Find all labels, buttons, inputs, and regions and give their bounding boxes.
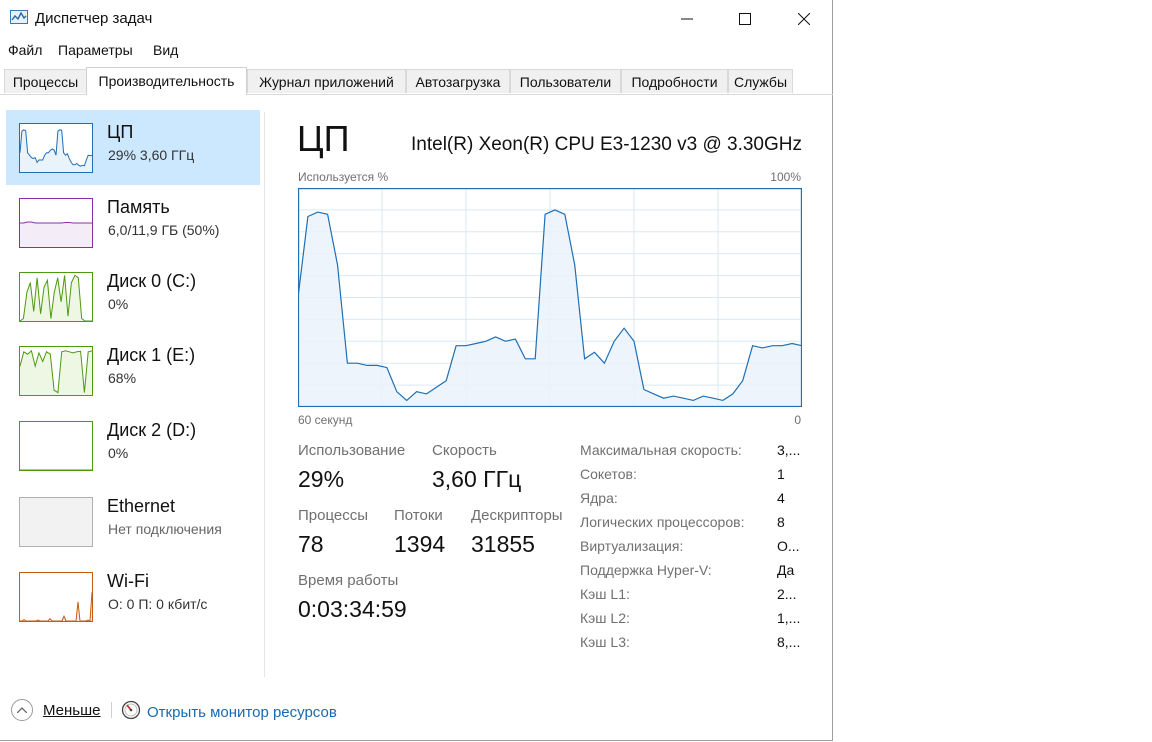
cpu-model: Intel(R) Xeon(R) CPU E3-1230 v3 @ 3.30GH… bbox=[411, 134, 802, 155]
tab-performance[interactable]: Производительность bbox=[86, 67, 247, 95]
menu-view[interactable]: Вид bbox=[153, 42, 178, 58]
spec-label: Виртуализация: bbox=[580, 538, 684, 554]
open-resource-monitor-link[interactable]: Открыть монитор ресурсов bbox=[121, 700, 337, 725]
tab-strip: Процессы Производительность Журнал прило… bbox=[0, 67, 833, 95]
spec-value: 2... bbox=[777, 586, 797, 602]
utilization-value: 29% bbox=[298, 466, 345, 492]
tab-startup[interactable]: Автозагрузка bbox=[406, 69, 510, 93]
sidebar-item-subtitle: Нет подключения bbox=[108, 521, 222, 537]
utilization-label: Использование bbox=[298, 442, 406, 459]
spec-value: 1 bbox=[777, 466, 785, 482]
menu-file[interactable]: Файл bbox=[8, 42, 42, 58]
panel-divider bbox=[264, 112, 265, 677]
graph-x-label: 60 секунд bbox=[298, 413, 353, 427]
sidebar-item-title: Диск 0 (C:) bbox=[107, 271, 197, 291]
spec-label: Кэш L3: bbox=[580, 634, 630, 650]
spec-value: 4 bbox=[777, 490, 785, 506]
sidebar-item-subtitle: 29% 3,60 ГГц bbox=[108, 147, 195, 163]
tab-services[interactable]: Службы bbox=[728, 69, 793, 93]
sidebar-item-disk0[interactable]: Диск 0 (C:) 0% bbox=[6, 259, 260, 334]
graph-y-label: Используется % bbox=[298, 170, 389, 184]
maximize-button[interactable] bbox=[716, 0, 774, 38]
spec-label: Сокетов: bbox=[580, 466, 637, 482]
spec-label: Кэш L2: bbox=[580, 610, 630, 626]
task-manager-window: Диспетчер задач Файл Параметры Вид Проце… bbox=[0, 0, 833, 741]
footer-divider bbox=[111, 702, 112, 718]
sidebar-item-ethernet[interactable]: Ethernet Нет подключения bbox=[6, 484, 260, 559]
spec-value: О... bbox=[777, 538, 800, 554]
sidebar-item-title: Память bbox=[107, 197, 170, 217]
graph-x-end: 0 bbox=[794, 413, 801, 427]
disk0-thumbnail bbox=[19, 272, 93, 322]
speed-value: 3,60 ГГц bbox=[432, 466, 522, 492]
wifi-thumbnail bbox=[19, 572, 93, 622]
fewer-details-label: Меньше bbox=[43, 701, 101, 719]
fewer-details-button[interactable]: Меньше bbox=[11, 699, 100, 721]
sidebar-item-title: Wi-Fi bbox=[107, 571, 149, 591]
chevron-up-icon bbox=[11, 699, 33, 721]
sidebar-item-title: Диск 1 (E:) bbox=[107, 345, 196, 365]
sidebar-item-title: ЦП bbox=[107, 122, 134, 142]
sidebar-item-cpu[interactable]: ЦП 29% 3,60 ГГц bbox=[6, 110, 260, 185]
sidebar-item-subtitle: О: 0 П: 0 кбит/с bbox=[108, 596, 208, 612]
thumbnail-area bbox=[20, 222, 92, 247]
sidebar-item-disk2[interactable]: Диск 2 (D:) 0% bbox=[6, 408, 260, 483]
page-title: ЦП bbox=[297, 118, 350, 159]
menu-options[interactable]: Параметры bbox=[58, 42, 133, 58]
uptime-value: 0:03:34:59 bbox=[298, 596, 407, 622]
thumbnail-line bbox=[20, 592, 93, 622]
tab-details[interactable]: Подробности bbox=[621, 69, 728, 93]
uptime-label: Время работы bbox=[298, 572, 399, 589]
spec-label: Максимальная скорость: bbox=[580, 442, 742, 458]
disk2-thumbnail bbox=[19, 421, 93, 471]
tab-users[interactable]: Пользователи bbox=[510, 69, 621, 93]
spec-value: 8,... bbox=[777, 634, 801, 650]
memory-thumbnail bbox=[19, 198, 93, 248]
threads-value: 1394 bbox=[394, 531, 446, 557]
resource-monitor-label: Открыть монитор ресурсов bbox=[147, 704, 337, 721]
sidebar-item-disk1[interactable]: Диск 1 (E:) 68% bbox=[6, 333, 260, 408]
ethernet-thumbnail bbox=[19, 497, 93, 547]
sidebar-item-title: Диск 2 (D:) bbox=[107, 420, 197, 440]
spec-value: 1,... bbox=[777, 610, 801, 626]
spec-label: Поддержка Hyper-V: bbox=[580, 562, 712, 578]
disk1-thumbnail bbox=[19, 346, 93, 396]
speed-label: Скорость bbox=[432, 442, 497, 459]
spec-value: 8 bbox=[777, 514, 785, 530]
processes-value: 78 bbox=[298, 531, 324, 557]
sidebar-item-subtitle: 0% bbox=[108, 445, 129, 461]
minimize-button[interactable] bbox=[658, 0, 716, 38]
cpu-thumbnail bbox=[19, 123, 93, 173]
tab-app-history[interactable]: Журнал приложений bbox=[247, 69, 406, 93]
spec-label: Кэш L1: bbox=[580, 586, 630, 602]
cpu-usage-chart bbox=[298, 188, 802, 407]
sidebar-item-subtitle: 0% bbox=[108, 296, 129, 312]
spec-value: 3,... bbox=[777, 442, 801, 458]
title-bar: Диспетчер задач bbox=[0, 0, 833, 38]
close-button[interactable] bbox=[775, 0, 833, 38]
sidebar-item-title: Ethernet bbox=[107, 496, 176, 516]
spec-value: Да bbox=[777, 562, 795, 578]
window-title: Диспетчер задач bbox=[35, 10, 153, 27]
handles-label: Дескрипторы bbox=[471, 507, 563, 524]
resource-monitor-icon bbox=[121, 700, 141, 725]
graph-y-max: 100% bbox=[770, 170, 801, 184]
task-manager-icon bbox=[10, 10, 28, 24]
spec-label: Логических процессоров: bbox=[580, 514, 745, 530]
sidebar-item-subtitle: 6,0/11,9 ГБ (50%) bbox=[108, 222, 220, 238]
sidebar-item-subtitle: 68% bbox=[108, 370, 137, 386]
threads-label: Потоки bbox=[394, 507, 443, 524]
thumbnail-area bbox=[20, 592, 92, 621]
sidebar-item-wifi[interactable]: Wi-Fi О: 0 П: 0 кбит/с bbox=[6, 559, 260, 634]
sidebar-item-memory[interactable]: Память 6,0/11,9 ГБ (50%) bbox=[6, 185, 260, 260]
processes-label: Процессы bbox=[298, 507, 369, 524]
handles-value: 31855 bbox=[471, 531, 535, 557]
tab-processes[interactable]: Процессы bbox=[4, 69, 87, 93]
spec-label: Ядра: bbox=[580, 490, 618, 506]
